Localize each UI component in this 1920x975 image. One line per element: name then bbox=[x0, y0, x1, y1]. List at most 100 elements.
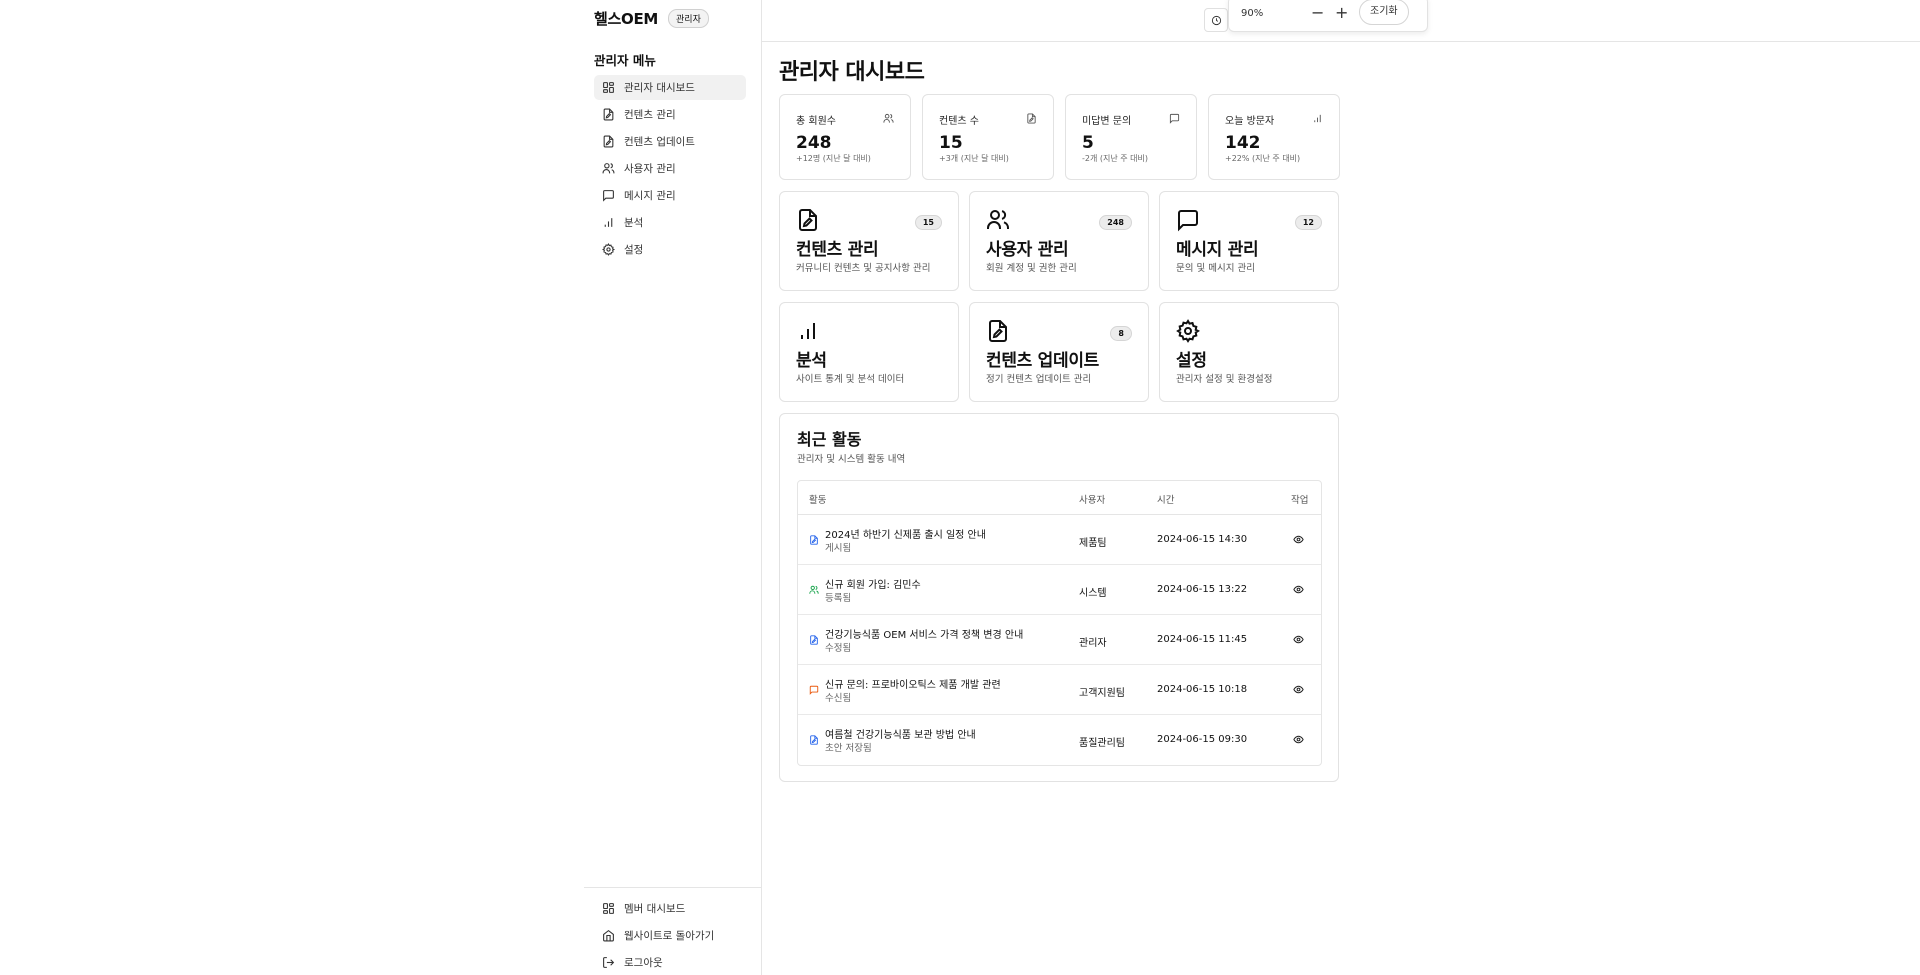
stat-delta: +3개 (지난 달 대비) bbox=[939, 154, 1009, 163]
sidebar-item-member-dashboard[interactable]: 멤버 대시보드 bbox=[594, 896, 752, 921]
eye-icon bbox=[1293, 535, 1304, 544]
activity-user: 고객지원팀 bbox=[1079, 688, 1125, 699]
table-row: 여름철 건강기능식품 보관 방법 안내 초안 저장됨 품질관리팀 2024-06… bbox=[798, 715, 1321, 765]
sidebar: 헬스OEM 관리자 관리자 메뉴 관리자 대시보드 컨텐츠 관리 컨텐츠 업데이… bbox=[584, 0, 762, 975]
activity-title: 2024년 하반기 신제품 출시 일정 안내 bbox=[825, 530, 986, 541]
activity-title: 건강기능식품 OEM 서비스 가격 정책 변경 안내 bbox=[825, 630, 1024, 641]
sidebar-item-label: 관리자 대시보드 bbox=[624, 82, 695, 94]
zoom-reset-button[interactable]: 조기화 bbox=[1359, 0, 1409, 25]
activity-time: 2024-06-15 13:22 bbox=[1157, 584, 1248, 595]
file-edit-icon bbox=[602, 108, 615, 121]
feature-description: 커뮤니티 컨텐츠 및 공지사항 관리 bbox=[796, 263, 931, 274]
feature-card-analytics[interactable]: 분석 사이트 통계 및 분석 데이터 bbox=[779, 302, 959, 402]
gear-icon bbox=[602, 243, 615, 256]
view-button[interactable] bbox=[1293, 734, 1304, 745]
sidebar-item-content-update[interactable]: 컨텐츠 업데이트 bbox=[594, 129, 746, 154]
file-edit-icon bbox=[809, 735, 819, 745]
eye-icon bbox=[1293, 685, 1304, 694]
users-icon bbox=[602, 162, 615, 175]
bar-chart-icon bbox=[602, 216, 615, 229]
message-icon bbox=[809, 685, 819, 695]
feature-description: 관리자 설정 및 환경설정 bbox=[1176, 374, 1273, 385]
sidebar-item-user-management[interactable]: 사용자 관리 bbox=[594, 156, 746, 181]
feature-card-content-management[interactable]: 15 컨텐츠 관리 커뮤니티 컨텐츠 및 공지사항 관리 bbox=[779, 191, 959, 291]
table-row: 신규 회원 가입: 김민수 등록됨 시스템 2024-06-15 13:22 bbox=[798, 565, 1321, 615]
zoom-out-button[interactable]: − bbox=[1311, 3, 1324, 23]
home-icon bbox=[602, 929, 615, 942]
role-badge: 관리자 bbox=[668, 9, 709, 28]
message-icon bbox=[1169, 113, 1180, 124]
stat-value: 142 bbox=[1225, 133, 1261, 153]
feature-description: 문의 및 메시지 관리 bbox=[1176, 263, 1255, 274]
stat-delta: +12명 (지난 달 대비) bbox=[796, 154, 871, 163]
view-button[interactable] bbox=[1293, 684, 1304, 695]
sidebar-item-settings[interactable]: 설정 bbox=[594, 237, 746, 262]
sidebar-item-label: 분석 bbox=[624, 217, 644, 229]
zoom-level: 90% bbox=[1241, 8, 1264, 19]
sidebar-item-label: 로그아웃 bbox=[624, 957, 663, 969]
feature-description: 정기 컨텐츠 업데이트 관리 bbox=[986, 374, 1092, 385]
count-badge: 12 bbox=[1294, 215, 1322, 230]
count-badge: 8 bbox=[1110, 326, 1132, 341]
file-edit-icon bbox=[986, 319, 1010, 343]
stat-card-content-count: 컨텐츠 수 15 +3개 (지난 달 대비) bbox=[922, 94, 1054, 180]
feature-card-content-update[interactable]: 8 컨텐츠 업데이트 정기 컨텐츠 업데이트 관리 bbox=[969, 302, 1149, 402]
activity-time: 2024-06-15 14:30 bbox=[1157, 534, 1248, 545]
sidebar-bottom: 멤버 대시보드 웹사이트로 돌아가기 로그아웃 bbox=[584, 887, 762, 975]
page-title: 관리자 대시보드 bbox=[779, 60, 925, 85]
count-badge: 248 bbox=[1099, 215, 1132, 230]
activity-title: 신규 문의: 프로바이오틱스 제품 개발 관련 bbox=[825, 680, 1001, 691]
table-row: 신규 문의: 프로바이오틱스 제품 개발 관련 수신됨 고객지원팀 2024-0… bbox=[798, 665, 1321, 715]
feature-title: 컨텐츠 관리 bbox=[796, 240, 879, 260]
eye-icon bbox=[1293, 585, 1304, 594]
activity-time: 2024-06-15 09:30 bbox=[1157, 734, 1248, 745]
sidebar-item-content-management[interactable]: 컨텐츠 관리 bbox=[594, 102, 746, 127]
feature-card-user-management[interactable]: 248 사용자 관리 회원 계정 및 권한 관리 bbox=[969, 191, 1149, 291]
stat-value: 15 bbox=[939, 133, 963, 153]
stat-label: 오늘 방문자 bbox=[1225, 116, 1275, 127]
column-header-action: 작업 bbox=[1291, 495, 1309, 506]
users-icon bbox=[883, 113, 894, 124]
feature-title: 사용자 관리 bbox=[986, 240, 1069, 260]
stat-label: 총 회원수 bbox=[796, 116, 836, 127]
activity-status: 게시됨 bbox=[825, 543, 852, 554]
stat-card-today-visitors: 오늘 방문자 142 +22% (지난 주 대비) bbox=[1208, 94, 1340, 180]
sidebar-item-message-management[interactable]: 메시지 관리 bbox=[594, 183, 746, 208]
file-edit-icon bbox=[602, 135, 615, 148]
activity-time: 2024-06-15 11:45 bbox=[1157, 634, 1248, 645]
feature-card-message-management[interactable]: 12 메시지 관리 문의 및 메시지 관리 bbox=[1159, 191, 1339, 291]
stat-card-total-members: 총 회원수 248 +12명 (지난 달 대비) bbox=[779, 94, 911, 180]
view-button[interactable] bbox=[1293, 634, 1304, 645]
clock-icon bbox=[1211, 15, 1222, 26]
history-button[interactable] bbox=[1204, 8, 1228, 32]
section-title: 최근 활동 bbox=[797, 430, 862, 449]
file-edit-icon bbox=[809, 635, 819, 645]
bar-chart-icon bbox=[1312, 113, 1323, 124]
activity-table: 활동 사용자 시간 작업 2024년 하반기 신제품 출시 일정 안내 게시됨 … bbox=[797, 480, 1322, 766]
sidebar-item-back-to-website[interactable]: 웹사이트로 돌아가기 bbox=[594, 923, 752, 948]
sidebar-item-analytics[interactable]: 분석 bbox=[594, 210, 746, 235]
view-button[interactable] bbox=[1293, 584, 1304, 595]
brand-name[interactable]: 헬스OEM bbox=[594, 8, 658, 29]
sidebar-item-logout[interactable]: 로그아웃 bbox=[594, 950, 752, 975]
sidebar-item-label: 컨텐츠 업데이트 bbox=[624, 136, 695, 148]
section-subtitle: 관리자 및 시스템 활동 내역 bbox=[797, 454, 906, 465]
view-button[interactable] bbox=[1293, 534, 1304, 545]
users-icon bbox=[809, 585, 819, 595]
file-edit-icon bbox=[796, 208, 820, 232]
count-badge: 15 bbox=[914, 215, 942, 230]
zoom-in-button[interactable]: + bbox=[1335, 3, 1348, 23]
bar-chart-icon bbox=[796, 319, 820, 343]
sidebar-item-label: 컨텐츠 관리 bbox=[624, 109, 676, 121]
stat-delta: -2개 (지난 주 대비) bbox=[1082, 154, 1149, 163]
eye-icon bbox=[1293, 635, 1304, 644]
eye-icon bbox=[1293, 735, 1304, 744]
feature-description: 사이트 통계 및 분석 데이터 bbox=[796, 374, 905, 385]
feature-description: 회원 계정 및 권한 관리 bbox=[986, 263, 1077, 274]
sidebar-item-admin-dashboard[interactable]: 관리자 대시보드 bbox=[594, 75, 746, 100]
feature-card-settings[interactable]: 설정 관리자 설정 및 환경설정 bbox=[1159, 302, 1339, 402]
message-icon bbox=[1176, 208, 1200, 232]
logout-icon bbox=[602, 956, 615, 969]
file-edit-icon bbox=[1026, 113, 1037, 124]
activity-status: 초안 저장됨 bbox=[825, 743, 872, 754]
